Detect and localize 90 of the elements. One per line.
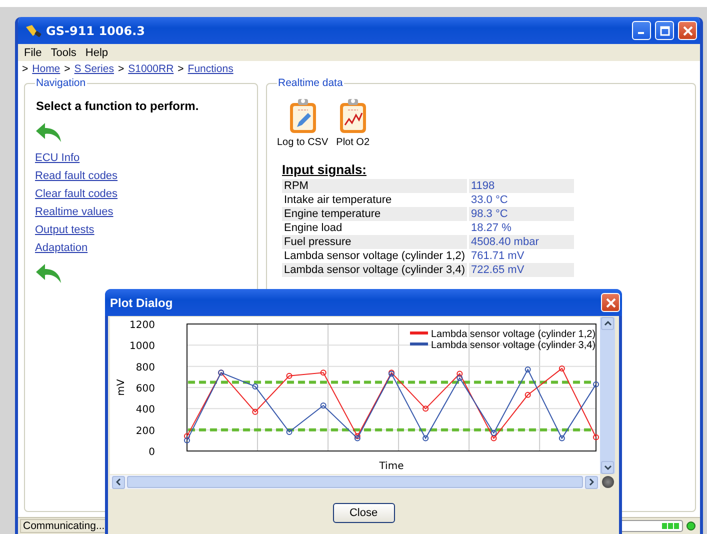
breadcrumb-link[interactable]: Home	[32, 63, 60, 75]
signal-value: 33.0 °C	[470, 193, 509, 207]
horizontal-scrollbar[interactable]	[110, 475, 600, 489]
menu-item[interactable]: File	[24, 46, 42, 58]
point	[593, 434, 599, 440]
tool-button[interactable]: Plot O2	[336, 97, 370, 148]
tool-button[interactable]: Log to CSV	[277, 97, 328, 148]
signal-name: RPM	[282, 179, 467, 193]
legend-swatch	[410, 342, 428, 346]
point	[524, 392, 531, 398]
point	[456, 374, 463, 381]
breadcrumb-link[interactable]: Functions	[188, 63, 234, 75]
signal-name: Lambda sensor voltage (cylinder 3,4)	[282, 263, 467, 277]
function-link[interactable]: Output tests	[35, 224, 247, 236]
close-button[interactable]	[678, 21, 697, 40]
window-title: GS-911 1006.3	[46, 24, 146, 38]
maximize-icon	[660, 26, 670, 36]
legend-label: Lambda sensor voltage (cylinder 1,2)	[431, 329, 596, 340]
point	[252, 408, 258, 415]
signal-name: Fuel pressure	[282, 235, 467, 249]
function-link[interactable]: Adaptation	[35, 242, 247, 254]
point	[252, 383, 258, 390]
y-tick-label: 200	[136, 426, 155, 437]
menu-item[interactable]: Tools	[50, 46, 76, 58]
chevron-down-icon	[604, 465, 612, 470]
signal-name: Engine temperature	[282, 207, 467, 221]
point	[286, 372, 292, 379]
point	[593, 381, 599, 388]
close-icon	[606, 298, 616, 308]
signal-value: 1198	[468, 179, 574, 193]
panel-legend: Realtime data	[277, 77, 344, 89]
breadcrumb-separator: >	[118, 63, 124, 75]
point	[184, 437, 190, 444]
point	[490, 435, 497, 442]
point	[320, 370, 326, 376]
function-link[interactable]: Clear fault codes	[35, 188, 247, 200]
point	[422, 435, 429, 442]
function-link[interactable]: Read fault codes	[35, 170, 247, 182]
dialog-title: Plot Dialog	[110, 296, 173, 310]
point	[320, 402, 326, 408]
y-tick-label: 1000	[130, 341, 155, 352]
point	[422, 406, 429, 412]
minimize-button[interactable]	[632, 21, 651, 40]
y-tick-label: 1200	[130, 320, 155, 331]
chevron-up-icon	[604, 321, 612, 326]
chevron-right-icon	[589, 478, 594, 486]
legend-label: Lambda sensor voltage (cylinder 3,4)	[431, 340, 596, 351]
close-icon	[682, 26, 692, 36]
signal-name: Intake air temperature	[283, 193, 393, 207]
y-tick-label: 600	[136, 384, 155, 394]
signal-value: 18.27 %	[470, 221, 512, 235]
y-tick-label: 0	[148, 447, 155, 458]
y-tick-label: 800	[136, 362, 155, 374]
breadcrumb-separator: >	[178, 63, 184, 75]
signal-name: Lambda sensor voltage (cylinder 1,2)	[283, 249, 466, 263]
vertical-scrollbar[interactable]	[600, 317, 615, 474]
breadcrumb-separator: >	[64, 63, 70, 75]
legend-swatch	[410, 332, 428, 334]
point	[456, 370, 463, 377]
point	[490, 430, 497, 436]
back-arrow-icon[interactable]	[35, 121, 63, 143]
y-axis-label: mV	[116, 379, 127, 396]
chevron-left-icon	[116, 478, 121, 486]
breadcrumb-link[interactable]: S Series	[74, 63, 114, 75]
menu-item[interactable]: Help	[85, 46, 108, 58]
point	[524, 366, 531, 373]
knob-icon	[602, 476, 614, 488]
signal-value: 98.3 °C	[468, 207, 574, 221]
breadcrumb-link[interactable]: S1000RR	[128, 63, 174, 75]
signal-value: 4508.40 mbar	[468, 235, 574, 249]
x-axis-label: Time	[379, 461, 404, 472]
point	[558, 435, 565, 442]
point	[286, 428, 292, 435]
function-link[interactable]: Realtime values	[35, 206, 247, 218]
close-button[interactable]	[601, 293, 620, 312]
y-tick-label: 400	[136, 404, 155, 416]
point	[184, 433, 190, 440]
function-link[interactable]: ECU Info	[35, 152, 247, 164]
section-heading: Input signals:	[282, 162, 368, 177]
flashlight-icon	[24, 24, 42, 38]
signal-name: Engine load	[283, 221, 344, 235]
panel-legend: Navigation	[35, 77, 87, 89]
instruction-heading: Select a function to perform.	[36, 99, 200, 113]
back-arrow-icon[interactable]	[35, 262, 63, 284]
maximize-button[interactable]	[655, 21, 674, 40]
close-dialog-button[interactable]: Close	[332, 503, 394, 523]
point	[558, 365, 565, 372]
breadcrumb-separator: >	[22, 63, 28, 75]
signal-value: 722.65 mV	[468, 263, 574, 277]
signal-value: 761.71 mV	[470, 249, 526, 263]
